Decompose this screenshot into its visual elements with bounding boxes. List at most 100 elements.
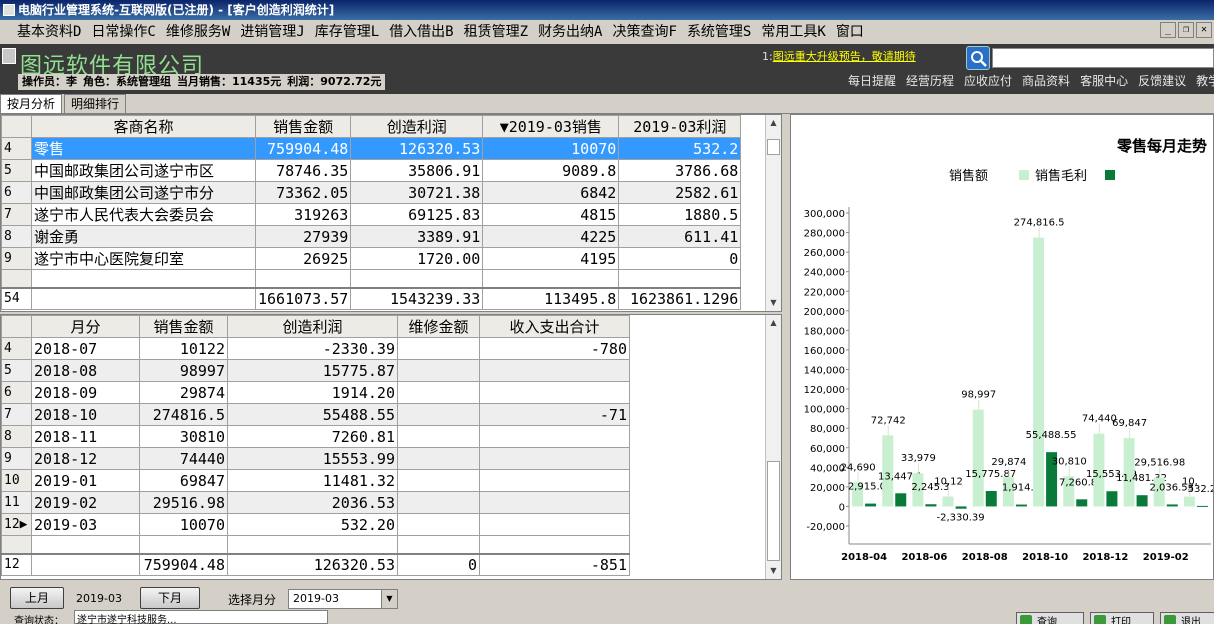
sales-cell[interactable]: 759904.48 (254, 137, 352, 160)
profit-cell[interactable]: 532.20 (227, 513, 398, 536)
scroll-up-icon[interactable]: ▲ (766, 115, 781, 131)
exit-button[interactable]: 退出 (1160, 612, 1214, 624)
quick-link[interactable]: 反馈建议 (1138, 72, 1186, 89)
profit-cell[interactable]: 15553.99 (227, 447, 398, 470)
income-expense-cell[interactable] (479, 359, 630, 382)
table-row[interactable]: 8 谢金勇 27939 3389.91 4225 611.41 (1, 225, 742, 248)
month-cell[interactable]: 2019-01 (31, 469, 140, 492)
table-row[interactable]: 10 2019-01 69847 11481.32 (1, 469, 630, 492)
month-profit-cell[interactable]: 611.41 (618, 225, 742, 248)
month-sales-cell[interactable]: 6842 (482, 181, 620, 204)
profit-cell[interactable]: 55488.55 (227, 403, 398, 426)
repair-cell[interactable] (397, 381, 480, 404)
month-cell[interactable]: 2018-10 (31, 403, 140, 426)
vertical-splitter[interactable] (782, 114, 790, 580)
col-header-repair[interactable]: 维修金额 (397, 315, 480, 338)
repair-cell[interactable] (397, 469, 480, 492)
profit-cell[interactable]: 1720.00 (350, 247, 484, 270)
sales-cell[interactable]: 319263 (254, 203, 352, 226)
month-cell[interactable]: 2019-03 (31, 513, 140, 536)
quick-link[interactable]: 教学 (1196, 72, 1214, 89)
scroll-thumb[interactable] (767, 461, 780, 561)
table-row[interactable]: 5 中国邮政集团公司遂宁市区 78746.35 35806.91 9089.8 3786.… (1, 159, 742, 182)
income-expense-cell[interactable] (479, 381, 630, 404)
repair-cell[interactable] (397, 403, 480, 426)
quick-link[interactable]: 客服中心 (1080, 72, 1128, 89)
income-expense-cell[interactable] (479, 513, 630, 536)
menu-item[interactable]: 库存管理L (310, 21, 384, 43)
month-cell[interactable]: 2018-12 (31, 447, 140, 470)
income-expense-cell[interactable]: -780 (479, 337, 630, 360)
sales-cell[interactable]: 73362.05 (254, 181, 352, 204)
income-expense-cell[interactable] (479, 491, 630, 514)
col-header-month[interactable]: 月分 (31, 315, 140, 338)
tab-detail-ranking[interactable]: 明细排行 (64, 94, 127, 113)
profit-cell[interactable]: 30721.38 (350, 181, 484, 204)
profit-cell[interactable]: 1914.20 (227, 381, 398, 404)
profit-cell[interactable]: 3389.91 (350, 225, 484, 248)
col-header-sales[interactable]: 销售金额 (254, 115, 352, 138)
table-row[interactable]: 8 2018-11 30810 7260.81 (1, 425, 630, 448)
scroll-up-icon[interactable]: ▲ (766, 315, 781, 331)
repair-cell[interactable] (397, 359, 480, 382)
chevron-down-icon[interactable]: ▼ (381, 590, 397, 608)
month-sales-cell[interactable]: 4225 (482, 225, 620, 248)
col-header-customer[interactable]: 客商名称 (31, 115, 256, 138)
prev-month-button[interactable]: 上月 (10, 587, 64, 609)
col-header-profit[interactable]: 创造利润 (227, 315, 398, 338)
table-row[interactable]: 9 遂宁市中心医院复印室 26925 1720.00 4195 0 (1, 247, 742, 270)
month-cell[interactable]: 2019-02 (31, 491, 140, 514)
profit-cell[interactable]: 35806.91 (350, 159, 484, 182)
profit-cell[interactable]: 11481.32 (227, 469, 398, 492)
repair-cell[interactable] (397, 447, 480, 470)
menu-item[interactable]: 日常操作C (86, 21, 160, 43)
profit-cell[interactable]: 7260.81 (227, 425, 398, 448)
sales-cell[interactable]: 10122 (139, 337, 228, 360)
month-profit-cell[interactable]: 1880.5 (618, 203, 742, 226)
month-cell[interactable]: 2018-08 (31, 359, 140, 382)
sales-cell[interactable]: 74440 (139, 447, 228, 470)
menu-item[interactable]: 窗口 (831, 21, 869, 43)
month-profit-cell[interactable]: 3786.68 (618, 159, 742, 182)
menu-item[interactable]: 借入借出B (384, 21, 458, 43)
sales-cell[interactable]: 29874 (139, 381, 228, 404)
customer-grid-scrollbar[interactable]: ▲ ▼ (765, 115, 781, 311)
month-select[interactable]: 2019-03 ▼ (288, 589, 398, 609)
table-row[interactable]: 6 中国邮政集团公司遂宁市分 73362.05 30721.38 6842 2582.61 (1, 181, 742, 204)
scroll-thumb[interactable] (767, 139, 780, 155)
table-row[interactable]: 6 2018-09 29874 1914.20 (1, 381, 630, 404)
month-profit-cell[interactable]: 532.2 (618, 137, 742, 160)
search-button[interactable] (966, 46, 990, 70)
profit-cell[interactable]: 2036.53 (227, 491, 398, 514)
repair-cell[interactable] (397, 337, 480, 360)
search-input[interactable] (992, 48, 1214, 68)
month-sales-cell[interactable]: 9089.8 (482, 159, 620, 182)
table-row[interactable]: 4 2018-07 10122 -2330.39 -780 (1, 337, 630, 360)
sales-cell[interactable]: 30810 (139, 425, 228, 448)
month-profit-cell[interactable]: 2582.61 (618, 181, 742, 204)
month-sales-cell[interactable]: 4815 (482, 203, 620, 226)
profit-cell[interactable]: 126320.53 (350, 137, 484, 160)
month-cell[interactable]: 2018-09 (31, 381, 140, 404)
menu-item[interactable]: 财务出纳A (533, 21, 607, 43)
quick-link[interactable]: 应收应付 (964, 72, 1012, 89)
sales-cell[interactable]: 78746.35 (254, 159, 352, 182)
sales-cell[interactable]: 26925 (254, 247, 352, 270)
quick-link[interactable]: 商品资料 (1022, 72, 1070, 89)
table-row[interactable]: 11 2019-02 29516.98 2036.53 (1, 491, 630, 514)
month-sales-cell[interactable]: 4195 (482, 247, 620, 270)
next-month-button[interactable]: 下月 (140, 587, 200, 609)
sales-cell[interactable]: 27939 (254, 225, 352, 248)
col-header-income-expense[interactable]: 收入支出合计 (479, 315, 630, 338)
scroll-down-icon[interactable]: ▼ (766, 563, 781, 579)
sales-cell[interactable]: 274816.5 (139, 403, 228, 426)
customer-name-cell[interactable]: 中国邮政集团公司遂宁市分 (31, 181, 256, 204)
sales-cell[interactable]: 10070 (139, 513, 228, 536)
profit-cell[interactable]: 69125.83 (350, 203, 484, 226)
quick-link[interactable]: 每日提醒 (848, 72, 896, 89)
scroll-down-icon[interactable]: ▼ (766, 295, 781, 311)
menu-item[interactable]: 租赁管理Z (459, 21, 533, 43)
month-sales-cell[interactable]: 10070 (482, 137, 620, 160)
repair-cell[interactable] (397, 425, 480, 448)
col-header-month-profit[interactable]: 2019-03利润 (618, 115, 742, 138)
